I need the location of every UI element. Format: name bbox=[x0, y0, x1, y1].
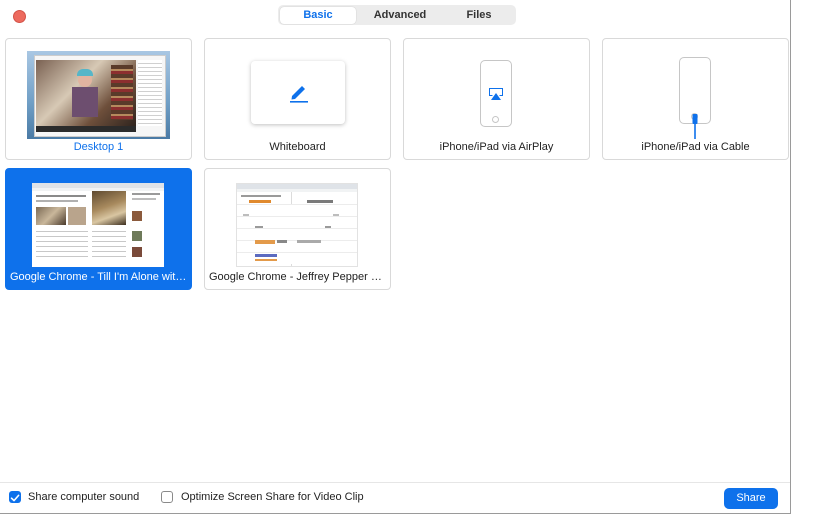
optimize-video-clip-checkbox[interactable] bbox=[161, 491, 173, 503]
tile-label: Google Chrome - Till I'm Alone with You … bbox=[10, 271, 187, 283]
share-screen-window: Basic Advanced Files Desktop 1 Whiteboar… bbox=[0, 0, 791, 514]
tile-label: Desktop 1 bbox=[73, 141, 124, 153]
tab-files[interactable]: Files bbox=[444, 7, 514, 24]
tile-label: Google Chrome - Jeffrey Pepper Recording… bbox=[209, 271, 386, 283]
tile-label: iPhone/iPad via Cable bbox=[641, 141, 750, 153]
share-option-iphone-cable[interactable]: iPhone/iPad via Cable bbox=[602, 38, 789, 160]
share-option-iphone-airplay[interactable]: iPhone/iPad via AirPlay bbox=[403, 38, 590, 160]
checkmark-icon bbox=[10, 494, 20, 502]
optimize-video-clip-label[interactable]: Optimize Screen Share for Video Clip bbox=[181, 491, 364, 503]
chrome-window-thumbnail bbox=[236, 183, 358, 267]
airplay-icon bbox=[489, 88, 503, 100]
share-button[interactable]: Share bbox=[724, 488, 778, 509]
chrome-window-thumbnail bbox=[32, 183, 164, 267]
tile-label: iPhone/iPad via AirPlay bbox=[439, 141, 554, 153]
whiteboard-card bbox=[251, 61, 345, 124]
close-window-button[interactable] bbox=[13, 10, 26, 23]
footer-divider bbox=[0, 482, 790, 483]
desktop-thumbnail bbox=[27, 51, 170, 139]
tab-advanced[interactable]: Advanced bbox=[356, 7, 444, 24]
share-option-whiteboard[interactable]: Whiteboard bbox=[204, 38, 391, 160]
cable-icon bbox=[692, 114, 698, 139]
iphone-icon bbox=[480, 60, 512, 127]
share-tabs: Basic Advanced Files bbox=[278, 5, 516, 25]
share-option-chrome-window-2[interactable]: Google Chrome - Jeffrey Pepper Recording… bbox=[204, 168, 391, 290]
tile-label: Whiteboard bbox=[269, 141, 326, 153]
share-computer-sound-checkbox[interactable] bbox=[9, 491, 21, 503]
share-option-chrome-window-1[interactable]: Google Chrome - Till I'm Alone with You … bbox=[5, 168, 192, 290]
home-button-icon bbox=[492, 116, 499, 123]
pencil-icon bbox=[290, 86, 308, 103]
share-option-desktop[interactable]: Desktop 1 bbox=[5, 38, 192, 160]
tab-basic[interactable]: Basic bbox=[280, 6, 356, 24]
share-computer-sound-label[interactable]: Share computer sound bbox=[28, 491, 139, 503]
